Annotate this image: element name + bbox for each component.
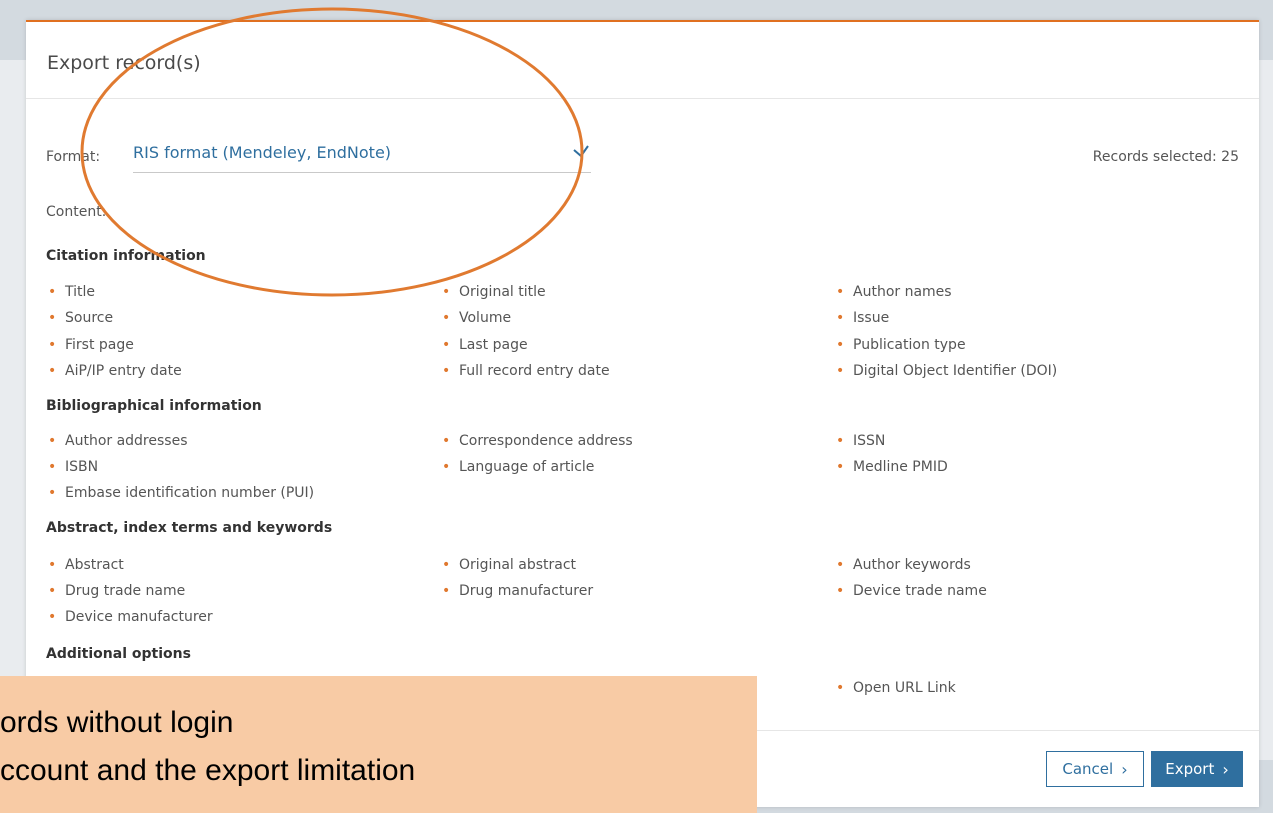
chevron-right-icon: › bbox=[1121, 759, 1128, 779]
bullet-icon: • bbox=[48, 363, 57, 379]
bullet-icon: • bbox=[836, 284, 845, 300]
content-option-device-manufacturer[interactable]: • Device manufacturer bbox=[48, 609, 213, 625]
section-heading-abstract: Abstract, index terms and keywords bbox=[46, 520, 333, 536]
content-option-correspondence-address[interactable]: • Correspondence address bbox=[442, 433, 633, 449]
dialog-header: Export record(s) bbox=[26, 22, 1259, 99]
content-option-author-names[interactable]: • Author names bbox=[836, 284, 952, 300]
content-option-author-keywords[interactable]: • Author keywords bbox=[836, 557, 971, 573]
bullet-icon: • bbox=[48, 485, 57, 501]
background-page-left bbox=[0, 60, 26, 760]
bullet-icon: • bbox=[48, 557, 57, 573]
bullet-icon: • bbox=[442, 363, 451, 379]
content-option-doi[interactable]: • Digital Object Identifier (DOI) bbox=[836, 363, 1057, 379]
content-option-issue[interactable]: • Issue bbox=[836, 310, 889, 326]
content-option-abstract[interactable]: • Abstract bbox=[48, 557, 124, 573]
export-button[interactable]: Export › bbox=[1151, 751, 1243, 787]
dialog-title: Export record(s) bbox=[47, 52, 201, 74]
bullet-icon: • bbox=[442, 337, 451, 353]
content-option-drug-manufacturer[interactable]: • Drug manufacturer bbox=[442, 583, 593, 599]
cancel-button[interactable]: Cancel › bbox=[1046, 751, 1144, 787]
bullet-icon: • bbox=[836, 557, 845, 573]
format-dropdown[interactable]: RIS format (Mendeley, EndNote) bbox=[133, 140, 591, 173]
content-option-first-page[interactable]: • First page bbox=[48, 337, 134, 353]
bullet-icon: • bbox=[836, 337, 845, 353]
content-option-original-abstract[interactable]: • Original abstract bbox=[442, 557, 576, 573]
content-option-source[interactable]: • Source bbox=[48, 310, 113, 326]
bullet-icon: • bbox=[442, 557, 451, 573]
bullet-icon: • bbox=[48, 310, 57, 326]
bullet-icon: • bbox=[442, 310, 451, 326]
section-heading-bibliographical: Bibliographical information bbox=[46, 398, 262, 414]
bullet-icon: • bbox=[836, 363, 845, 379]
bullet-icon: • bbox=[836, 433, 845, 449]
chevron-right-icon: › bbox=[1222, 759, 1229, 779]
bullet-icon: • bbox=[442, 583, 451, 599]
content-option-embase-pui[interactable]: • Embase identification number (PUI) bbox=[48, 485, 314, 501]
bullet-icon: • bbox=[48, 609, 57, 625]
records-selected-count: Records selected: 25 bbox=[1092, 149, 1239, 165]
content-option-full-record-entry-date[interactable]: • Full record entry date bbox=[442, 363, 610, 379]
format-selected-value: RIS format (Mendeley, EndNote) bbox=[133, 143, 392, 162]
content-option-publication-type[interactable]: • Publication type bbox=[836, 337, 966, 353]
bullet-icon: • bbox=[48, 459, 57, 475]
content-option-last-page[interactable]: • Last page bbox=[442, 337, 528, 353]
content-option-language-of-article[interactable]: • Language of article bbox=[442, 459, 594, 475]
content-option-issn[interactable]: • ISSN bbox=[836, 433, 885, 449]
bullet-icon: • bbox=[836, 310, 845, 326]
callout-note: ords without login ccount and the export… bbox=[0, 676, 757, 813]
bullet-icon: • bbox=[48, 583, 57, 599]
chevron-down-icon bbox=[573, 145, 589, 158]
bullet-icon: • bbox=[48, 284, 57, 300]
bullet-icon: • bbox=[48, 433, 57, 449]
content-option-isbn[interactable]: • ISBN bbox=[48, 459, 98, 475]
content-option-author-addresses[interactable]: • Author addresses bbox=[48, 433, 188, 449]
bullet-icon: • bbox=[442, 459, 451, 475]
callout-line-1: ords without login bbox=[0, 706, 234, 739]
section-heading-citation: Citation information bbox=[46, 248, 206, 264]
bullet-icon: • bbox=[836, 583, 845, 599]
callout-line-2: ccount and the export limitation bbox=[0, 754, 416, 787]
background-page-right bbox=[1259, 60, 1273, 760]
content-option-device-trade-name[interactable]: • Device trade name bbox=[836, 583, 987, 599]
bullet-icon: • bbox=[442, 284, 451, 300]
content-option-drug-trade-name[interactable]: • Drug trade name bbox=[48, 583, 185, 599]
format-label: Format: bbox=[46, 149, 101, 165]
bullet-icon: • bbox=[48, 337, 57, 353]
content-label: Content: bbox=[46, 204, 107, 220]
bullet-icon: • bbox=[836, 459, 845, 475]
content-option-open-url-link[interactable]: • Open URL Link bbox=[836, 680, 956, 696]
content-option-title[interactable]: • Title bbox=[48, 284, 95, 300]
bullet-icon: • bbox=[836, 680, 845, 696]
section-heading-additional: Additional options bbox=[46, 646, 191, 662]
bullet-icon: • bbox=[442, 433, 451, 449]
content-option-volume[interactable]: • Volume bbox=[442, 310, 511, 326]
content-option-medline-pmid[interactable]: • Medline PMID bbox=[836, 459, 948, 475]
content-option-original-title[interactable]: • Original title bbox=[442, 284, 546, 300]
content-option-aip-ip-entry-date[interactable]: • AiP/IP entry date bbox=[48, 363, 182, 379]
